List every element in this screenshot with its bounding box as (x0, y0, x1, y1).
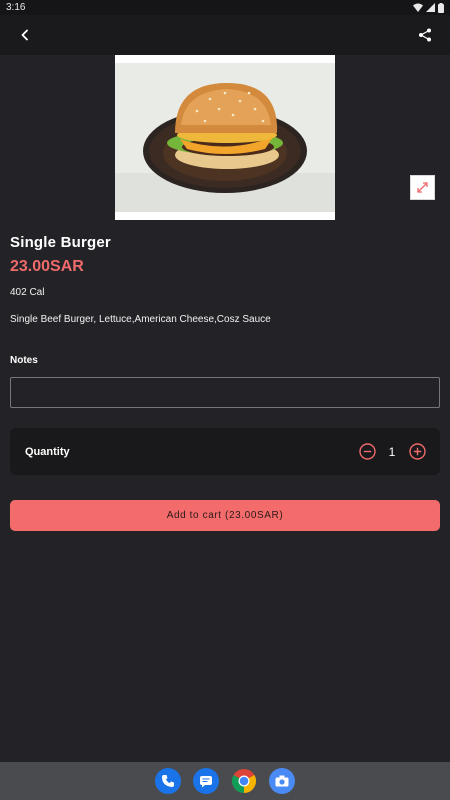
quantity-value: 1 (388, 444, 396, 459)
add-to-cart-button[interactable]: Add to cart (23.00SAR) (10, 500, 440, 531)
product-description: Single Beef Burger, Lettuce,American Che… (10, 314, 271, 325)
signal-icon (426, 3, 435, 12)
battery-icon (438, 2, 444, 13)
share-icon (419, 28, 431, 42)
minus-circle-icon (358, 443, 376, 460)
decrease-quantity-button[interactable] (358, 443, 376, 461)
expand-icon (417, 182, 428, 193)
product-title: Single Burger (10, 234, 111, 251)
app-bar (0, 15, 450, 55)
camera-icon[interactable] (269, 768, 295, 794)
notes-input[interactable] (10, 377, 440, 408)
product-calories: 402 Cal (10, 287, 45, 298)
system-dock (0, 762, 450, 800)
back-arrow-icon (21, 29, 28, 41)
wifi-icon (413, 3, 423, 12)
increase-quantity-button[interactable] (408, 443, 426, 461)
quantity-label: Quantity (25, 445, 70, 458)
quantity-stepper: 1 (358, 443, 426, 461)
expand-image-button[interactable] (410, 175, 435, 200)
status-time: 3:16 (6, 2, 26, 13)
messages-icon[interactable] (193, 768, 219, 794)
status-bar: 3:16 (0, 0, 450, 15)
chrome-icon[interactable] (231, 768, 257, 794)
burger-photo (115, 63, 335, 212)
product-price: 23.00SAR (10, 258, 84, 275)
status-icons (413, 2, 444, 13)
product-image[interactable] (115, 55, 335, 220)
quantity-card: Quantity 1 (10, 428, 440, 475)
phone-icon[interactable] (155, 768, 181, 794)
share-button[interactable] (414, 24, 436, 46)
notes-label: Notes (10, 355, 38, 366)
plus-circle-icon (408, 443, 426, 460)
back-button[interactable] (14, 24, 36, 46)
